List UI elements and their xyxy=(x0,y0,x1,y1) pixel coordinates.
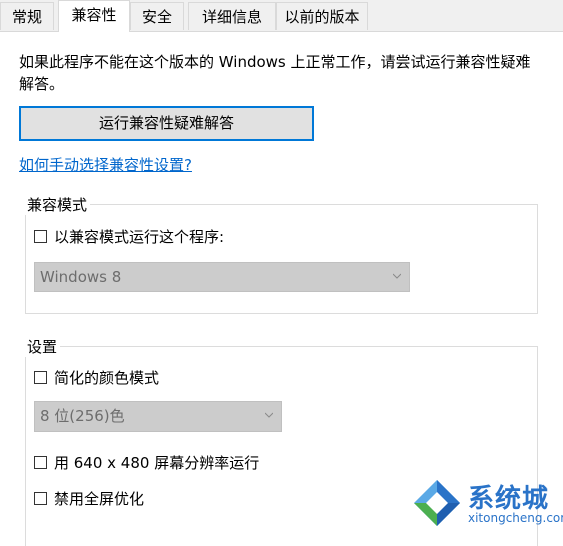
tab-general[interactable]: 常规 xyxy=(0,2,54,30)
color-mode-select[interactable]: 8 位(256)色 xyxy=(34,401,282,432)
watermark-url: xitongcheng.com xyxy=(468,511,563,525)
tab-security[interactable]: 安全 xyxy=(130,2,184,30)
compat-mode-group: 兼容模式 以兼容模式运行这个程序: Windows 8 xyxy=(24,194,538,314)
color-mode-value: 8 位(256)色 xyxy=(40,407,125,425)
os-version-select[interactable]: Windows 8 xyxy=(34,262,410,292)
compat-mode-label: 以兼容模式运行这个程序: xyxy=(54,228,225,246)
tab-bar: 常规 兼容性 安全 详细信息 以前的版本 xyxy=(0,0,563,32)
settings-title: 设置 xyxy=(24,336,61,357)
os-version-value: Windows 8 xyxy=(40,268,122,286)
compat-mode-checkbox[interactable] xyxy=(34,230,47,243)
tab-previous-versions[interactable]: 以前的版本 xyxy=(276,2,368,30)
disable-fullscreen-checkbox[interactable] xyxy=(34,492,47,505)
run-troubleshooter-button[interactable]: 运行兼容性疑难解答 xyxy=(19,106,314,141)
compat-mode-title: 兼容模式 xyxy=(24,194,91,215)
tab-details[interactable]: 详细信息 xyxy=(188,2,276,30)
intro-text: 如果此程序不能在这个版本的 Windows 上正常工作，请尝试运行兼容性疑难解答… xyxy=(19,53,531,93)
watermark-brand: 系统城 xyxy=(468,484,550,514)
xitongcheng-logo-icon xyxy=(414,480,460,526)
chevron-down-icon xyxy=(393,273,401,279)
tab-compatibility[interactable]: 兼容性 xyxy=(58,0,130,32)
chevron-down-icon xyxy=(265,412,273,418)
disable-fullscreen-label: 禁用全屏优化 xyxy=(54,490,145,508)
manual-settings-help-link[interactable]: 如何手动选择兼容性设置? xyxy=(19,154,192,175)
res-640-checkbox[interactable] xyxy=(34,456,47,469)
site-watermark: 系统城 xitongcheng.com xyxy=(408,476,563,529)
reduced-color-checkbox[interactable] xyxy=(34,371,47,384)
res-640-label: 用 640 x 480 屏幕分辨率运行 xyxy=(54,454,260,472)
reduced-color-label: 简化的颜色模式 xyxy=(54,369,160,387)
